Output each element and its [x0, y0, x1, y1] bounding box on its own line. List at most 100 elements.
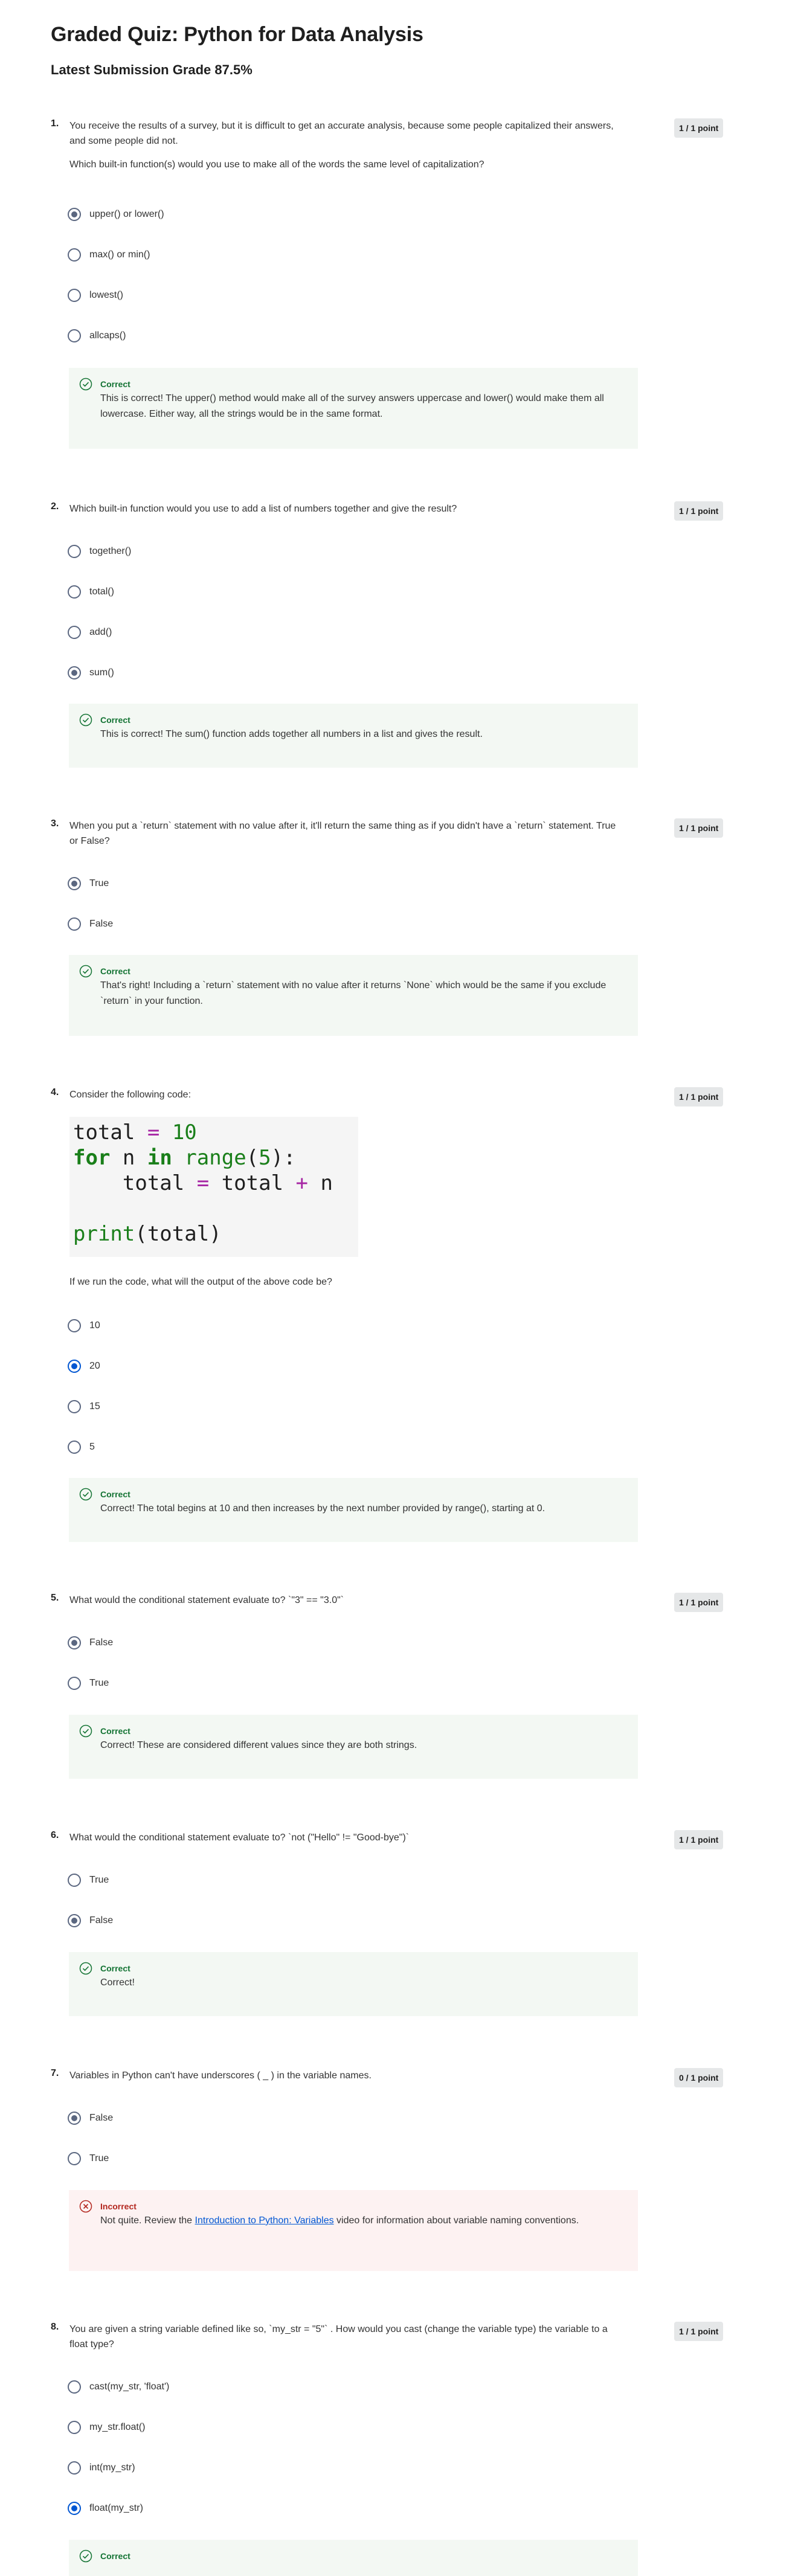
feedback-text-part: Not quite. Review the	[100, 2215, 195, 2226]
answer-option[interactable]: 20	[68, 1358, 100, 1374]
code-token: for	[73, 1146, 111, 1170]
answer-option[interactable]: float(my_str)	[68, 2501, 143, 2516]
code-line: total = 10	[73, 1120, 358, 1145]
feedback-status: Correct	[100, 966, 130, 976]
answer-option[interactable]: True	[68, 1675, 109, 1691]
feedback-text: Correct!	[100, 1977, 135, 1988]
option-label: together()	[89, 546, 132, 556]
code-token: range	[184, 1146, 246, 1170]
answer-option[interactable]: False	[68, 1635, 113, 1651]
radio-icon[interactable]	[68, 2380, 81, 2394]
radio-icon[interactable]	[68, 1874, 81, 1887]
radio-icon[interactable]	[68, 248, 81, 262]
option-label: False	[89, 1637, 114, 1648]
answer-option[interactable]: sum()	[68, 665, 114, 681]
question-text: What would the conditional statement eva…	[69, 1593, 625, 1608]
radio-selected-icon[interactable]	[68, 2112, 81, 2125]
answer-option[interactable]: 15	[68, 1399, 100, 1415]
question-number: 2.	[51, 501, 59, 512]
question-text: You receive the results of a survey, but…	[69, 118, 625, 172]
feedback-correct: Correct Correct! These are considered di…	[69, 1715, 638, 1779]
option-label: my_str.float()	[89, 2422, 146, 2432]
question-number: 3.	[51, 818, 59, 829]
radio-icon[interactable]	[68, 289, 81, 302]
option-label: 5	[89, 1442, 95, 1452]
points-badge: 0 / 1 point	[674, 2068, 724, 2087]
answer-option[interactable]: True	[68, 876, 109, 891]
answer-option[interactable]: max() or min()	[68, 247, 150, 263]
option-label: lowest()	[89, 290, 124, 300]
answer-option[interactable]: 10	[68, 1318, 100, 1334]
code-token: 10	[172, 1120, 197, 1145]
question-text: Which built-in function would you use to…	[69, 501, 625, 516]
answer-option[interactable]: True	[68, 2151, 109, 2166]
option-label: True	[89, 2153, 109, 2163]
radio-icon[interactable]	[68, 545, 81, 558]
radio-selected-icon[interactable]	[68, 1636, 81, 1649]
code-line: total = total + n	[73, 1171, 358, 1196]
option-label: add()	[89, 627, 112, 637]
radio-icon[interactable]	[68, 2461, 81, 2475]
answer-option[interactable]: total()	[68, 584, 114, 600]
answer-option[interactable]: 5	[68, 1439, 95, 1455]
question-text: Consider the following code:	[69, 1087, 625, 1102]
radio-icon[interactable]	[68, 2421, 81, 2434]
feedback-text-part: video for information about variable nam…	[333, 2215, 579, 2226]
radio-selected-icon[interactable]	[68, 666, 81, 679]
question-text: If we run the code, what will the output…	[69, 1274, 625, 1290]
option-label: False	[89, 1915, 114, 1926]
submission-grade: Latest Submission Grade 87.5%	[51, 62, 253, 77]
answer-option[interactable]: upper() or lower()	[68, 207, 164, 222]
points-badge: 1 / 1 point	[674, 818, 724, 838]
radio-icon[interactable]	[68, 585, 81, 599]
answer-option[interactable]: lowest()	[68, 287, 123, 303]
answer-option[interactable]: int(my_str)	[68, 2460, 135, 2476]
question-number: 1.	[51, 118, 59, 129]
answer-option[interactable]: True	[68, 1872, 109, 1888]
answer-option[interactable]: False	[68, 916, 113, 932]
feedback-status: Correct	[100, 1489, 130, 1499]
option-label: True	[89, 878, 109, 888]
option-label: float(my_str)	[89, 2503, 143, 2513]
radio-icon[interactable]	[68, 917, 81, 931]
radio-selected-icon[interactable]	[68, 2502, 81, 2515]
answer-option[interactable]: False	[68, 2110, 113, 2126]
answer-option[interactable]: together()	[68, 544, 131, 559]
feedback-correct: Correct Correct! The total begins at 10 …	[69, 1478, 638, 1542]
check-circle-icon	[79, 965, 92, 978]
radio-icon[interactable]	[68, 1677, 81, 1690]
radio-icon[interactable]	[68, 2152, 81, 2165]
radio-icon[interactable]	[68, 626, 81, 639]
answer-option[interactable]: cast(my_str, 'float')	[68, 2379, 169, 2395]
feedback-status: Correct	[100, 379, 130, 389]
answer-option[interactable]: allcaps()	[68, 328, 126, 344]
radio-selected-icon[interactable]	[68, 208, 81, 221]
radio-icon[interactable]	[68, 1441, 81, 1454]
radio-selected-icon[interactable]	[68, 1914, 81, 1927]
video-link[interactable]: Introduction to Python: Variables	[195, 2215, 334, 2226]
code-token: print	[73, 1222, 135, 1246]
quiz-page: Graded Quiz: Python for Data Analysis La…	[0, 0, 798, 2576]
feedback-status: Correct	[100, 715, 130, 725]
option-label: False	[89, 2113, 114, 2123]
answer-option[interactable]: False	[68, 1913, 113, 1929]
code-line: print(total)	[73, 1221, 358, 1247]
code-token: (total)	[135, 1222, 222, 1246]
radio-icon[interactable]	[68, 1319, 81, 1332]
feedback-correct: Correct This is correct! The upper() met…	[69, 368, 638, 449]
code-block: total = 10 for n in range(5): total = tot…	[69, 1117, 358, 1257]
radio-icon[interactable]	[68, 1400, 81, 1413]
answer-option[interactable]: my_str.float()	[68, 2420, 145, 2435]
question-text-line: You receive the results of a survey, but…	[69, 121, 614, 146]
points-badge: 1 / 1 point	[674, 501, 724, 521]
question-text-line: When you put a `return` statement with n…	[69, 821, 616, 846]
radio-selected-icon[interactable]	[68, 1360, 81, 1373]
code-line: for n in range(5):	[73, 1145, 358, 1171]
radio-selected-icon[interactable]	[68, 877, 81, 890]
option-label: 20	[89, 1361, 100, 1371]
radio-icon[interactable]	[68, 329, 81, 342]
option-label: allcaps()	[89, 330, 126, 341]
points-badge: 1 / 1 point	[674, 118, 724, 138]
check-circle-icon	[79, 2549, 92, 2563]
answer-option[interactable]: add()	[68, 625, 112, 640]
